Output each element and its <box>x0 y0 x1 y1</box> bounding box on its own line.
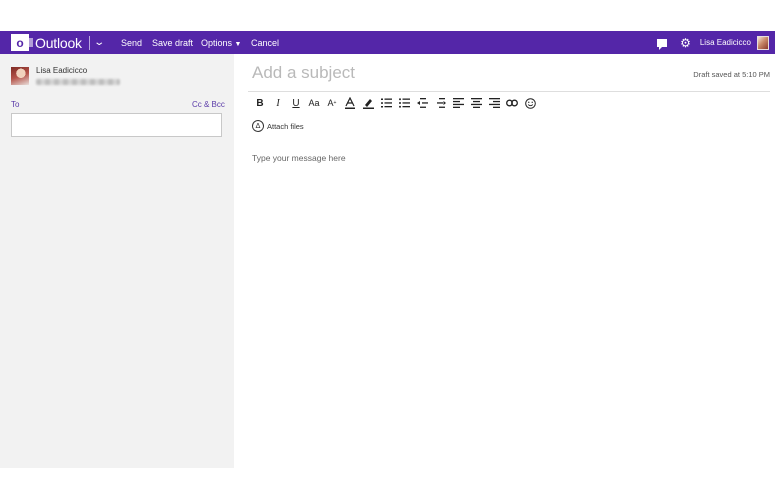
outlook-logo[interactable]: o Outlook ⌄ <box>11 31 105 54</box>
gear-icon[interactable]: ⚙ <box>680 37 691 49</box>
recipients-panel: Lisa Eadicicco To Cc & Bcc <box>0 54 234 468</box>
save-draft-button[interactable]: Save draft <box>152 38 193 48</box>
divider <box>88 35 90 50</box>
decrease-indent-icon[interactable] <box>413 96 431 110</box>
sender-avatar <box>11 67 29 85</box>
link-icon[interactable] <box>503 96 521 110</box>
attach-files-label: Attach files <box>267 121 304 131</box>
sender-name: Lisa Eadicicco <box>36 66 88 75</box>
user-name[interactable]: Lisa Eadicicco <box>700 38 751 47</box>
underline-icon[interactable]: U <box>287 96 305 110</box>
send-button[interactable]: Send <box>121 38 142 48</box>
outlook-logo-icon: o <box>11 34 33 51</box>
increase-indent-icon[interactable] <box>431 96 449 110</box>
to-input[interactable] <box>11 113 222 137</box>
compose-panel: Draft saved at 5:10 PM B I U Aa A+ <box>234 54 775 468</box>
cancel-button[interactable]: Cancel <box>251 38 279 48</box>
bulleted-list-icon[interactable] <box>395 96 413 110</box>
emoji-icon[interactable] <box>521 96 539 110</box>
chat-icon[interactable] <box>657 38 668 50</box>
top-bar: o Outlook ⌄ Send Save draft Options ▼ Ca… <box>0 31 775 54</box>
divider <box>248 91 770 92</box>
align-left-icon[interactable] <box>449 96 467 110</box>
draft-status: Draft saved at 5:10 PM <box>693 70 770 79</box>
font-size-icon[interactable]: Aa <box>305 96 323 110</box>
subject-input[interactable] <box>252 62 658 84</box>
paperclip-icon: ∆ <box>252 120 264 132</box>
numbered-list-icon[interactable] <box>377 96 395 110</box>
align-right-icon[interactable] <box>485 96 503 110</box>
message-body[interactable]: Type your message here <box>252 153 346 163</box>
chevron-down-icon[interactable]: ⌄ <box>93 37 105 48</box>
sender-email-redacted <box>36 79 120 85</box>
align-center-icon[interactable] <box>467 96 485 110</box>
options-button[interactable]: Options ▼ <box>201 38 241 48</box>
to-label: To <box>11 100 20 109</box>
bold-icon[interactable]: B <box>251 96 269 110</box>
attach-files-button[interactable]: ∆ Attach files <box>252 120 304 132</box>
chevron-down-icon: ▼ <box>234 40 242 48</box>
italic-icon[interactable]: I <box>269 96 287 110</box>
highlight-icon[interactable] <box>359 96 377 110</box>
avatar[interactable] <box>757 35 769 50</box>
top-right-controls: ⚙ Lisa Eadicicco <box>657 31 769 54</box>
grow-font-icon[interactable]: A + <box>323 96 341 110</box>
cc-bcc-link[interactable]: Cc & Bcc <box>192 100 225 109</box>
brand-name: Outlook <box>35 34 82 51</box>
options-label: Options <box>201 37 233 48</box>
format-toolbar: B I U Aa A + <box>251 96 539 110</box>
font-color-icon[interactable] <box>341 96 359 110</box>
